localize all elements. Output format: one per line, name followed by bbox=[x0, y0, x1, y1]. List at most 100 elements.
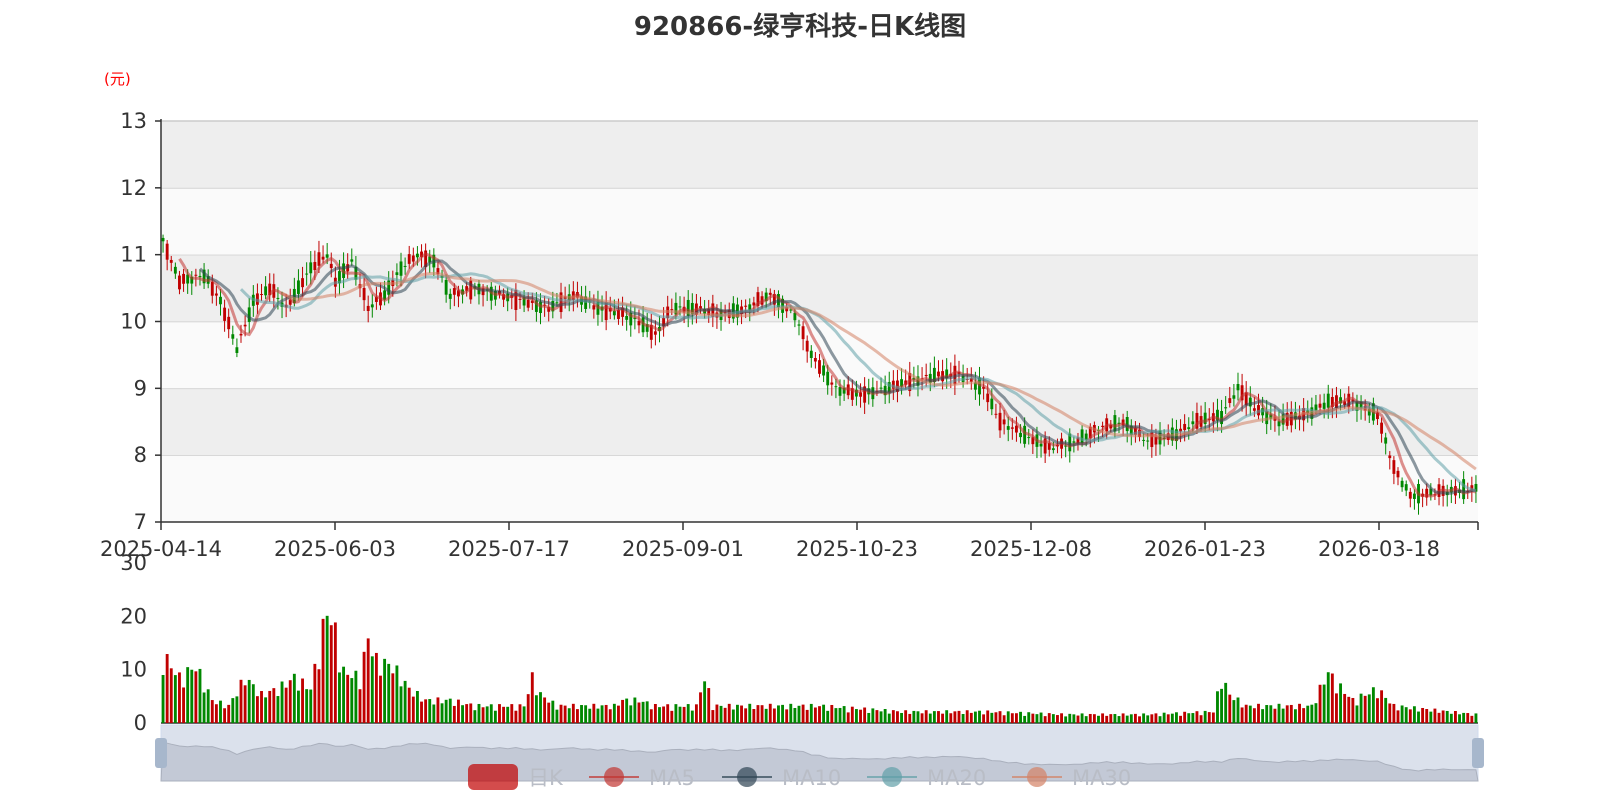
volume-bar bbox=[1105, 715, 1109, 723]
volume-bar bbox=[1462, 712, 1466, 723]
x-tick-label: 2025-04-14 bbox=[100, 537, 222, 561]
volume-bar bbox=[182, 687, 186, 723]
volume-bar bbox=[329, 625, 333, 723]
volume-bar bbox=[1289, 704, 1293, 723]
volume-bar bbox=[1330, 673, 1334, 723]
candle-body bbox=[276, 297, 280, 299]
candle-body bbox=[210, 281, 214, 296]
volume-bar bbox=[1470, 715, 1474, 723]
volume-bar bbox=[1359, 693, 1363, 723]
volume-bar bbox=[243, 685, 247, 723]
volume-bar bbox=[924, 710, 928, 723]
volume-bar bbox=[822, 704, 826, 723]
volume-bar bbox=[1412, 706, 1416, 723]
candle-body bbox=[1187, 427, 1191, 430]
volume-bar bbox=[1466, 713, 1470, 723]
volume-bar bbox=[301, 678, 304, 723]
candle-body bbox=[403, 265, 407, 267]
volume-bar bbox=[514, 710, 518, 723]
volume-bar bbox=[785, 709, 789, 723]
volume-bar bbox=[727, 703, 731, 723]
volume-bar bbox=[469, 703, 473, 723]
volume-bar bbox=[941, 713, 945, 723]
kline-chart: (元) 13121110987 2025-04-14 2025-06-03 2025… bbox=[100, 70, 1484, 790]
volume-bar bbox=[973, 711, 977, 723]
volume-bar bbox=[1125, 715, 1129, 723]
volume-bar bbox=[612, 703, 616, 723]
volume-bar bbox=[1244, 704, 1248, 723]
volume-bar bbox=[198, 668, 202, 723]
volume-bar bbox=[912, 710, 916, 723]
volume-bar bbox=[928, 713, 932, 723]
volume-bar bbox=[978, 710, 981, 723]
volume-bar bbox=[563, 705, 567, 723]
volume-bar bbox=[731, 709, 735, 723]
volume-bar bbox=[202, 692, 206, 723]
volume-bar bbox=[354, 670, 358, 723]
volume-bar bbox=[374, 652, 378, 723]
volume-bar bbox=[969, 712, 973, 723]
volume-bar bbox=[867, 712, 871, 723]
volume-tick-label: 0 bbox=[134, 711, 147, 735]
candle-body bbox=[813, 357, 817, 362]
volume-bar bbox=[748, 703, 752, 723]
volume-bar bbox=[645, 701, 649, 723]
volume-tick-label: 30 bbox=[120, 551, 147, 575]
legend-symbol-dot bbox=[1027, 767, 1047, 787]
candle-body bbox=[678, 306, 682, 308]
volume-bar bbox=[670, 710, 674, 723]
volume-bar bbox=[1265, 705, 1269, 723]
volume-bar bbox=[883, 709, 887, 723]
volume-bar bbox=[760, 705, 764, 723]
volume-bar bbox=[255, 696, 259, 723]
volume-bar bbox=[1138, 716, 1141, 723]
volume-bar bbox=[875, 710, 879, 723]
volume-bar bbox=[990, 712, 994, 723]
volume-bar bbox=[1376, 698, 1379, 723]
volume-bar bbox=[530, 672, 534, 723]
price-axis: 13 12 11 10 9 8 7 bbox=[120, 109, 162, 534]
volume-bar bbox=[534, 695, 538, 723]
volume-bar bbox=[1314, 703, 1318, 723]
volume-bar bbox=[510, 704, 514, 723]
volume-bar bbox=[194, 671, 198, 723]
volume-bar bbox=[641, 701, 645, 723]
candle-body bbox=[1191, 421, 1195, 425]
price-tick-label: 13 bbox=[120, 109, 147, 133]
candle-body bbox=[1396, 470, 1400, 478]
candle-body bbox=[1412, 493, 1416, 499]
volume-bar bbox=[1417, 711, 1420, 723]
candle-body bbox=[768, 292, 772, 295]
candle-body bbox=[165, 243, 169, 260]
volume-bar bbox=[1371, 687, 1375, 723]
volume-bar bbox=[333, 622, 337, 723]
volume-bar bbox=[1261, 709, 1265, 723]
volume-bar bbox=[317, 669, 321, 723]
volume-bar bbox=[1207, 712, 1211, 723]
volume-bar bbox=[321, 618, 325, 723]
legend-symbol-candle bbox=[468, 764, 518, 790]
slider-right-handle[interactable] bbox=[1472, 738, 1484, 768]
candle-body bbox=[444, 279, 448, 295]
slider-left-handle[interactable] bbox=[155, 738, 167, 768]
volume-bar bbox=[223, 708, 227, 723]
volume-bar bbox=[1302, 708, 1306, 723]
volume-bar bbox=[1269, 705, 1273, 723]
volume-bar bbox=[1293, 709, 1297, 723]
volume-bar bbox=[584, 705, 588, 723]
candle-body bbox=[1400, 480, 1404, 488]
volume-bar bbox=[214, 704, 218, 723]
volume-bar bbox=[1047, 713, 1051, 723]
candle-body bbox=[194, 274, 198, 276]
volume-bar bbox=[859, 709, 862, 723]
volume-bar bbox=[1445, 710, 1449, 723]
candle-body bbox=[830, 382, 834, 385]
volume-bar bbox=[740, 705, 743, 723]
volume-bar bbox=[674, 704, 678, 723]
volume-bar bbox=[998, 711, 1002, 723]
volume-bar bbox=[846, 712, 850, 723]
volume-bar bbox=[1408, 709, 1412, 723]
volume-bar bbox=[1240, 707, 1244, 723]
volume-bar bbox=[239, 679, 243, 723]
candle-body bbox=[161, 237, 165, 242]
